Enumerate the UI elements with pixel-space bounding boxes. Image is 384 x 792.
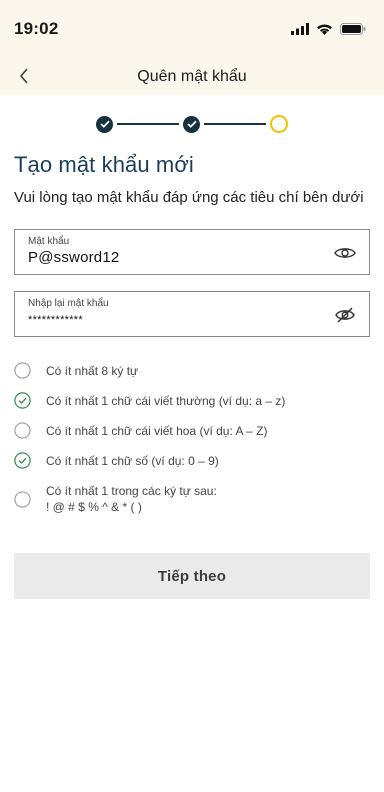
confirm-password-label: Nhập lại mật khẩu	[28, 298, 109, 309]
unchecked-circle-icon	[14, 362, 31, 379]
instructions: Vui lòng tạo mật khẩu đáp ứng các tiêu c…	[14, 189, 364, 206]
battery-icon	[340, 23, 366, 35]
criterion-text-line1: Có ít nhất 1 trong các ký tự sau:	[46, 484, 217, 498]
criterion-special-char: Có ít nhất 1 trong các ký tự sau: ! @ # …	[14, 482, 370, 515]
check-icon	[99, 120, 110, 128]
step-2-complete	[183, 115, 200, 133]
criterion-text: Có ít nhất 1 chữ cái viết hoa (ví dụ: A …	[46, 424, 268, 438]
page-title: Quên mật khẩu	[137, 67, 247, 85]
check-icon	[186, 120, 197, 128]
step-1-complete	[96, 115, 113, 133]
heading: Tạo mật khẩu mới	[14, 152, 194, 177]
progress-stepper	[0, 95, 384, 151]
status-icons	[291, 23, 366, 35]
signal-icon	[291, 23, 309, 35]
unchecked-circle-icon	[14, 491, 31, 508]
chevron-left-icon	[20, 68, 28, 84]
wifi-icon	[317, 24, 332, 35]
status-time: 19:02	[14, 19, 59, 38]
confirm-password-value[interactable]: ************	[28, 314, 359, 326]
criterion-lowercase: Có ít nhất 1 chữ cái viết thường (ví dụ:…	[14, 392, 370, 411]
criterion-text: Có ít nhất 1 chữ cái viết thường (ví dụ:…	[46, 394, 286, 408]
step-connector	[117, 123, 179, 125]
criterion-text: Có ít nhất 8 ký tự	[46, 364, 139, 378]
eye-off-icon	[335, 307, 355, 323]
show-confirm-password-toggle[interactable]	[333, 304, 357, 326]
main-content: Tạo mật khẩu mới Vui lòng tạo mật khẩu đ…	[0, 151, 384, 599]
password-label: Mật khẩu	[28, 236, 70, 247]
criterion-min-length: Có ít nhất 8 ký tự	[14, 362, 370, 381]
unchecked-circle-icon	[14, 422, 31, 439]
criterion-digit: Có ít nhất 1 chữ số (ví dụ: 0 – 9)	[14, 452, 370, 471]
confirm-password-field[interactable]: Nhập lại mật khẩu ************	[14, 291, 370, 337]
password-value[interactable]: P@ssword12	[28, 249, 359, 266]
next-button[interactable]: Tiếp theo	[14, 553, 370, 599]
navigation-bar: Quên mật khẩu	[0, 58, 384, 95]
criterion-text-line2: ! @ # $ % ^ & * ( )	[46, 500, 142, 514]
step-3-current	[270, 115, 288, 133]
password-field[interactable]: Mật khẩu P@ssword12	[14, 229, 370, 275]
criterion-text: Có ít nhất 1 trong các ký tự sau: ! @ # …	[46, 483, 217, 515]
check-circle-icon	[14, 392, 31, 409]
password-criteria-list: Có ít nhất 8 ký tự Có ít nhất 1 chữ cái …	[14, 362, 370, 515]
show-password-toggle[interactable]	[333, 242, 357, 264]
criterion-text: Có ít nhất 1 chữ số (ví dụ: 0 – 9)	[46, 454, 219, 468]
back-button[interactable]	[10, 62, 38, 90]
eye-icon	[334, 248, 356, 258]
step-connector	[204, 123, 266, 125]
header-area: 19:02 Quên mật khẩu	[0, 0, 384, 95]
check-circle-icon	[14, 452, 31, 469]
criterion-uppercase: Có ít nhất 1 chữ cái viết hoa (ví dụ: A …	[14, 422, 370, 441]
status-bar: 19:02	[0, 0, 384, 58]
